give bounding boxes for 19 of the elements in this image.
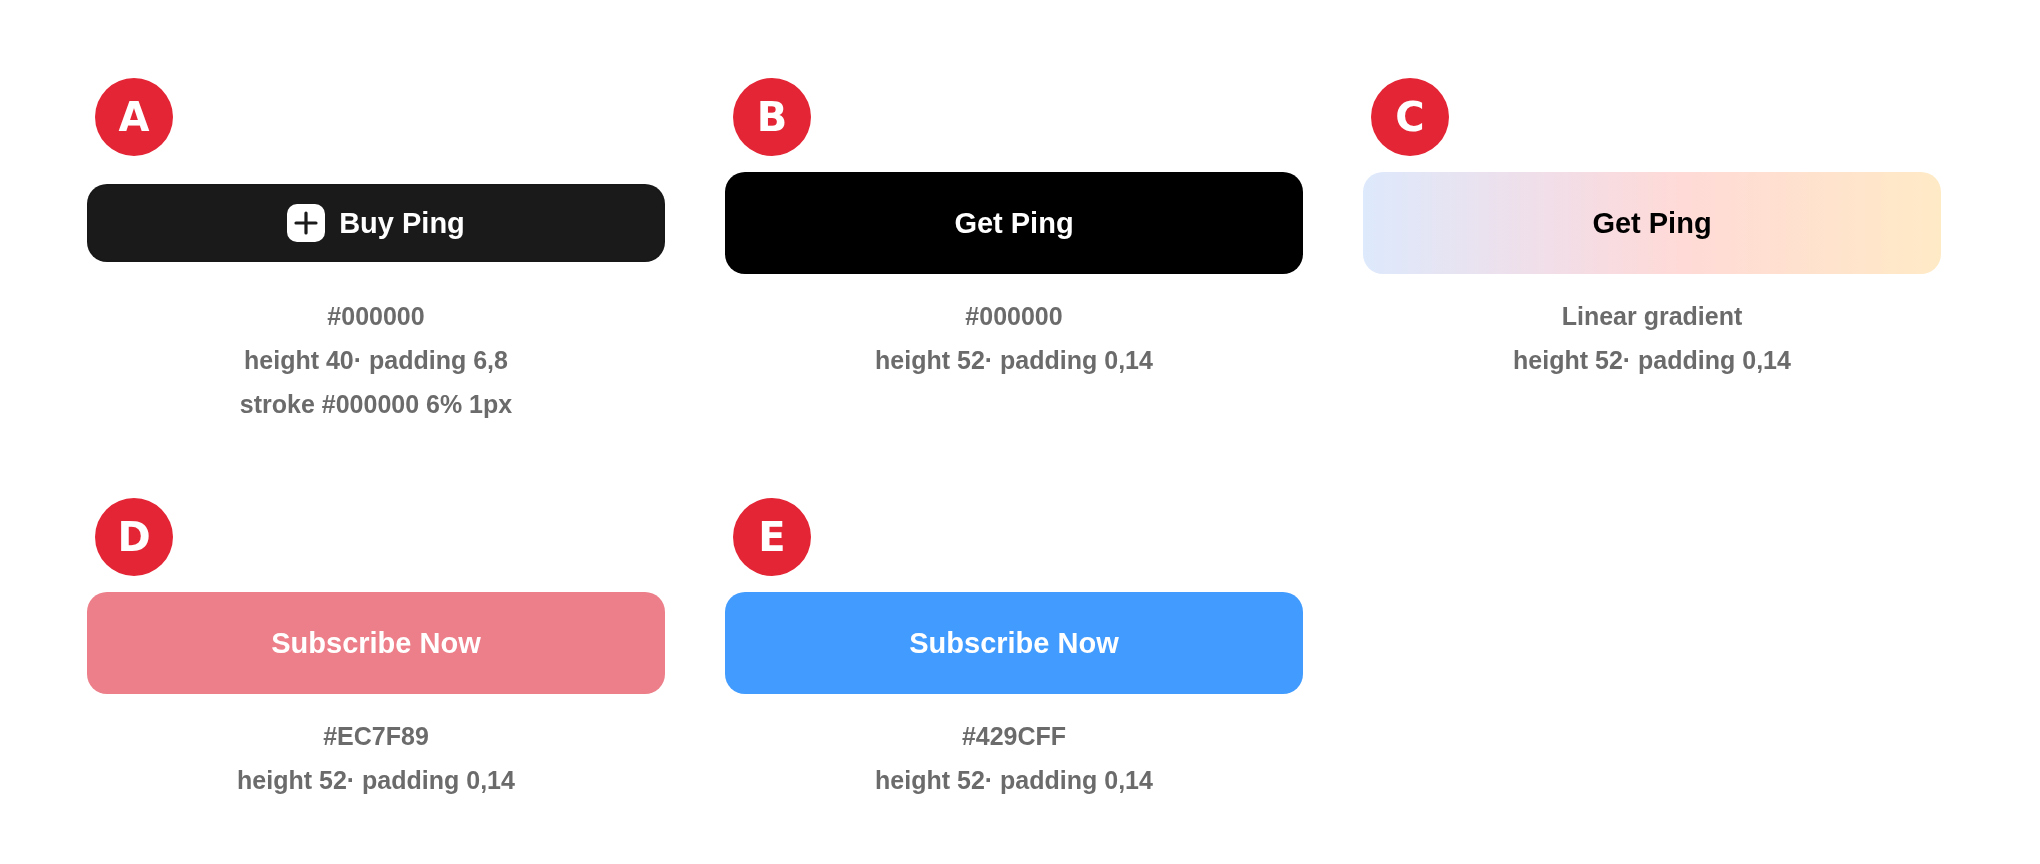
spec-text: height 40· padding 6,8: [244, 345, 508, 376]
spec-text: #EC7F89: [323, 721, 429, 752]
spec-text: height 52· padding 0,14: [237, 765, 515, 796]
cta-button[interactable]: Buy Ping: [87, 184, 665, 262]
letter-badge: D: [95, 498, 173, 576]
spec-text: height 52· padding 0,14: [1513, 345, 1791, 376]
letter-badge: E: [733, 498, 811, 576]
spec-text: Linear gradient: [1561, 301, 1743, 332]
spec-text: height 52· padding 0,14: [875, 345, 1153, 376]
cta-button[interactable]: Get Ping: [1363, 172, 1941, 274]
letter-badge: A: [95, 78, 173, 156]
spec-text: #429CFF: [961, 721, 1067, 752]
spec-text: stroke #000000 6% 1px: [239, 389, 513, 420]
spec-text: height 52· padding 0,14: [875, 765, 1153, 796]
spec-text: #000000: [327, 301, 425, 332]
cta-button[interactable]: Get Ping: [725, 172, 1303, 274]
spec-text: #000000: [965, 301, 1063, 332]
letter-badge: B: [733, 78, 811, 156]
letter-badge: C: [1371, 78, 1449, 156]
